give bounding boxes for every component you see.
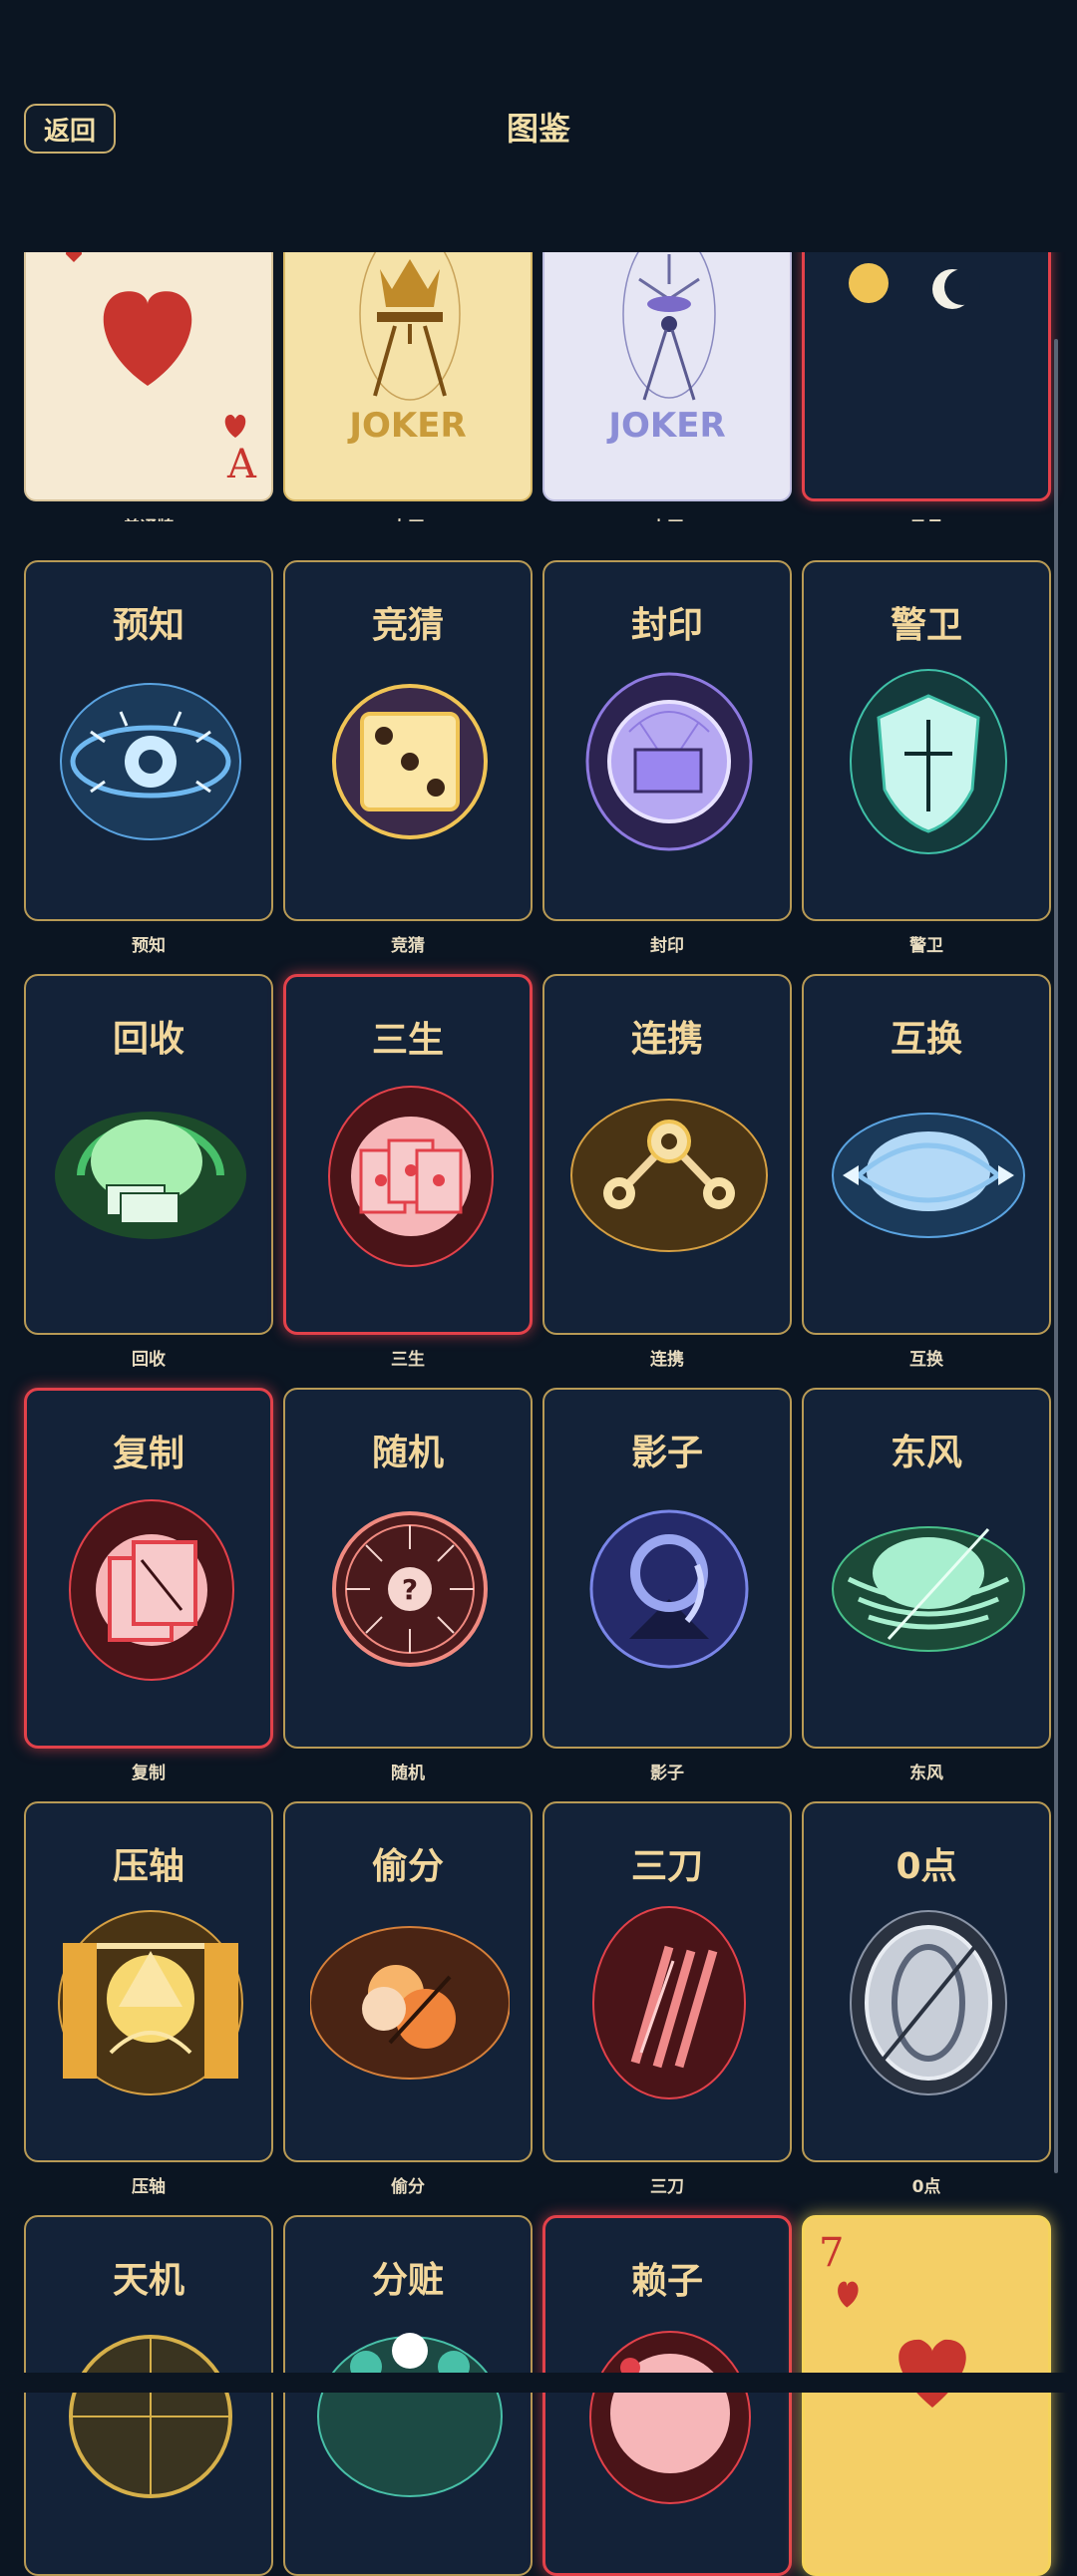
- three-blades-icon: [592, 1906, 746, 2099]
- card-caption: 偷分: [391, 2177, 425, 2197]
- card-huishou[interactable]: 回收: [24, 974, 273, 1335]
- card-title: 压轴: [112, 1846, 184, 1887]
- bottom-edge: [0, 2373, 1077, 2393]
- card-caption: 警卫: [909, 936, 943, 956]
- card-title: 回收: [112, 1019, 184, 1060]
- card-caption: 压轴: [132, 2177, 166, 2197]
- card-title: 复制: [112, 1434, 184, 1474]
- card-dongfeng[interactable]: 东风: [802, 1388, 1051, 1749]
- seal-icon: [585, 672, 753, 851]
- dice-icon: [332, 684, 488, 839]
- card-caption: 复制: [132, 1764, 166, 1783]
- shield-icon: [850, 669, 1007, 854]
- card-suiji[interactable]: 随机 ?: [283, 1388, 533, 1749]
- wildcard-icon: [589, 2331, 751, 2504]
- card-title: 赖子: [630, 2261, 703, 2302]
- card-title: 预知: [112, 605, 184, 646]
- card-caption: 回收: [132, 1350, 166, 1370]
- card-title: 警卫: [890, 605, 962, 646]
- eye-icon: [60, 683, 241, 840]
- link-icon: [570, 1099, 768, 1252]
- recycle-icon: [55, 1112, 246, 1239]
- card-title: 影子: [630, 1433, 703, 1473]
- card-huhuan[interactable]: 互换: [802, 974, 1051, 1335]
- card-title: 东风: [890, 1433, 962, 1473]
- card-fenzang[interactable]: 分赃: [283, 2215, 533, 2576]
- card-caption: 封印: [650, 936, 684, 956]
- card-yuzhi[interactable]: 预知: [24, 560, 273, 921]
- finale-icon: [58, 1910, 243, 2095]
- card-sandao[interactable]: 三刀: [542, 1801, 792, 2162]
- card-sansheng[interactable]: 三生: [283, 974, 533, 1335]
- card-caption: 连携: [650, 1350, 684, 1370]
- card-fuzhi[interactable]: 复制: [24, 1388, 273, 1749]
- card-0dian[interactable]: 0点: [802, 1801, 1051, 2162]
- svg-text:?: ?: [402, 1573, 418, 1606]
- card-title: 分赃: [371, 2260, 444, 2301]
- card-title: 互换: [890, 1019, 962, 1060]
- three-cards-icon: [328, 1086, 494, 1267]
- wind-icon: [832, 1526, 1025, 1652]
- card-caption: 随机: [391, 1764, 425, 1783]
- card-seven-hearts[interactable]: 7: [802, 2215, 1051, 2576]
- card-caption: 影子: [650, 1764, 684, 1783]
- card-laizi[interactable]: 赖子: [542, 2215, 792, 2576]
- card-caption: 三刀: [650, 2177, 684, 2197]
- card-caption: 互换: [909, 1350, 943, 1370]
- card-caption: 0点: [911, 2177, 941, 2197]
- steal-icon: [310, 1926, 510, 2080]
- card-yingzi[interactable]: 影子: [542, 1388, 792, 1749]
- compass-icon: [69, 2335, 232, 2498]
- page-title: 图鉴: [506, 110, 570, 148]
- card-title: 随机: [371, 1433, 444, 1473]
- zero-icon: [850, 1910, 1007, 2095]
- card-title: 三生: [371, 1020, 444, 1061]
- card-caption: 三生: [391, 1350, 425, 1370]
- card-caption: 竞猜: [391, 936, 425, 956]
- split-icon: [317, 2333, 503, 2497]
- card-grid: 预知 预知 竞猜 竞猜 封印 封印 警卫 警卫 回收 回收 三生 三生 连携 连…: [0, 0, 1077, 2576]
- card-caption: 东风: [909, 1764, 943, 1783]
- random-dial-icon: ?: [332, 1511, 488, 1667]
- card-title: 三刀: [630, 1846, 703, 1887]
- card-title: 连携: [630, 1019, 703, 1060]
- swap-icon: [832, 1113, 1025, 1238]
- card-lianxie[interactable]: 连携: [542, 974, 792, 1335]
- card-toufen[interactable]: 偷分: [283, 1801, 533, 2162]
- scrollbar[interactable]: [1054, 339, 1058, 2173]
- card-title: 竞猜: [371, 605, 444, 646]
- card-title: 封印: [630, 605, 703, 646]
- card-jingwei[interactable]: 警卫: [802, 560, 1051, 921]
- card-yazhou[interactable]: 压轴: [24, 1801, 273, 2162]
- card-title: 0点: [896, 1846, 957, 1887]
- header: 返回 图鉴: [0, 0, 1077, 252]
- card-fengyin[interactable]: 封印: [542, 560, 792, 921]
- card-caption: 预知: [132, 936, 166, 956]
- card-tianji[interactable]: 天机: [24, 2215, 273, 2576]
- copy-icon: [69, 1499, 234, 1681]
- card-title: 偷分: [371, 1846, 444, 1887]
- card-jingcai[interactable]: 竞猜: [283, 560, 533, 921]
- card-title: 天机: [112, 2260, 184, 2301]
- shadow-icon: [589, 1509, 749, 1669]
